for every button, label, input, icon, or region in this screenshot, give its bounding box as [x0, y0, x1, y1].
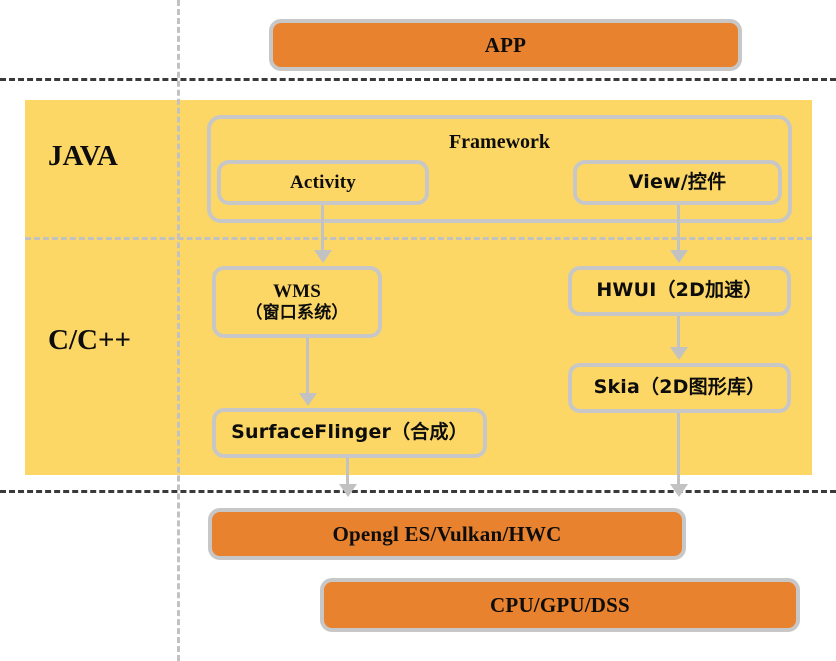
box-view-label: View/控件: [628, 170, 727, 193]
connector-activity-wms: [321, 205, 324, 255]
box-framework-label: Framework: [448, 131, 551, 153]
box-wms-label-line2: （窗口系统）: [245, 303, 349, 324]
box-cpu-label: CPU/GPU/DSS: [490, 592, 630, 617]
divider-java-cpp: [25, 237, 812, 240]
diagram-canvas: JAVA C/C++ APP Framework Activity View/控…: [0, 0, 836, 661]
arrowhead-surfaceflinger-opengl: [339, 484, 357, 497]
connector-view-hwui: [677, 205, 680, 255]
arrowhead-activity-wms: [314, 250, 332, 263]
box-cpu[interactable]: CPU/GPU/DSS: [320, 578, 800, 632]
box-skia-label: Skia（2D图形库）: [593, 376, 766, 399]
box-opengl[interactable]: Opengl ES/Vulkan/HWC: [208, 508, 686, 560]
arrowhead-wms-surfaceflinger: [299, 393, 317, 406]
arrowhead-view-hwui: [670, 250, 688, 263]
box-activity-label: Activity: [290, 171, 356, 193]
layer-label-cpp: C/C++: [48, 324, 131, 356]
box-activity[interactable]: Activity: [217, 160, 429, 205]
arrowhead-skia-opengl: [670, 484, 688, 497]
box-app-label: APP: [484, 32, 527, 57]
divider-cpp-hardware: [0, 490, 836, 493]
box-view[interactable]: View/控件: [573, 160, 782, 205]
box-hwui-label: HWUI（2D加速）: [596, 279, 763, 302]
connector-hwui-skia: [677, 316, 680, 350]
box-surfaceflinger[interactable]: SurfaceFlinger（合成）: [212, 408, 487, 458]
layer-label-java: JAVA: [48, 140, 118, 172]
box-app[interactable]: APP: [269, 19, 742, 71]
box-surfaceflinger-label: SurfaceFlinger（合成）: [231, 421, 468, 444]
divider-app-java: [0, 78, 836, 81]
connector-wms-surfaceflinger: [306, 338, 309, 396]
connector-skia-opengl: [677, 413, 680, 488]
box-wms[interactable]: WMS （窗口系统）: [212, 266, 382, 338]
box-opengl-label: Opengl ES/Vulkan/HWC: [332, 521, 562, 546]
box-wms-label-line1: WMS: [272, 280, 322, 302]
box-skia[interactable]: Skia（2D图形库）: [568, 363, 791, 413]
divider-vertical-layer-labels: [177, 0, 180, 661]
arrowhead-hwui-skia: [670, 347, 688, 360]
box-hwui[interactable]: HWUI（2D加速）: [568, 266, 791, 316]
